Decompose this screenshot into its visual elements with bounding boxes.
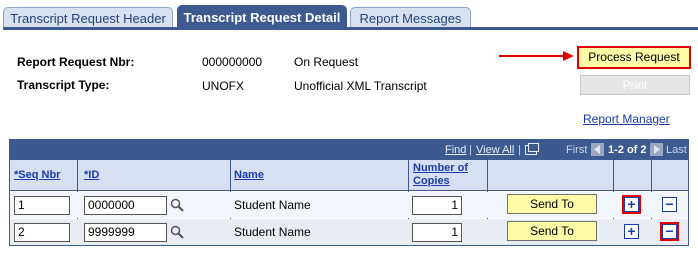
tab-transcript-request-detail[interactable]: Transcript Request Detail xyxy=(177,5,347,29)
first-label: First xyxy=(566,144,588,156)
tab-label: Transcript Request Header xyxy=(10,11,166,26)
id-input[interactable]: 0000000 xyxy=(84,196,167,215)
send-to-button[interactable]: Send To xyxy=(507,221,597,241)
tab-label: Report Messages xyxy=(359,11,462,26)
seq-nbr-input[interactable]: 2 xyxy=(14,223,70,242)
request-status: On Request xyxy=(294,55,359,69)
next-arrow-icon[interactable] xyxy=(650,143,663,156)
row-range: 1-2 of 2 xyxy=(608,144,647,156)
previous-arrow-icon[interactable] xyxy=(591,143,604,156)
id-input[interactable]: 9999999 xyxy=(84,223,167,242)
tab-report-messages[interactable]: Report Messages xyxy=(350,7,471,28)
number-of-copies-input[interactable]: 1 xyxy=(412,196,462,215)
delete-row-icon[interactable]: − xyxy=(662,224,677,239)
red-arrow-icon xyxy=(499,51,574,61)
grid-nav-bar: Find | View All | First 1-2 of 2 Last xyxy=(10,140,688,160)
table-row: 1 0000000 Student Name 1 Send To + − xyxy=(10,192,688,218)
column-header-name[interactable]: Name xyxy=(234,169,264,182)
column-header-number-of-copies[interactable]: Number of Copies xyxy=(413,162,468,188)
view-all-link[interactable]: View All xyxy=(476,144,514,156)
find-link[interactable]: Find xyxy=(445,144,466,156)
column-header-seq-nbr[interactable]: *Seq Nbr xyxy=(14,169,60,182)
column-header-id[interactable]: *ID xyxy=(84,169,99,182)
process-request-button[interactable]: Process Request xyxy=(577,46,691,69)
tab-bar: Transcript Request Header Transcript Req… xyxy=(3,5,698,29)
nav-separator: | xyxy=(518,144,521,156)
send-to-button[interactable]: Send To xyxy=(507,194,597,214)
report-manager-link[interactable]: Report Manager xyxy=(583,112,670,126)
tab-underline xyxy=(3,27,698,30)
header-text: Copies xyxy=(413,175,450,187)
add-row-icon[interactable]: + xyxy=(624,197,639,212)
lookup-magnifier-icon[interactable] xyxy=(170,225,184,239)
delete-row-icon[interactable]: − xyxy=(662,197,677,212)
student-name: Student Name xyxy=(234,198,311,212)
last-label: Last xyxy=(666,144,687,156)
detail-grid: Find | View All | First 1-2 of 2 Last *S… xyxy=(9,139,689,246)
print-button[interactable]: Print xyxy=(580,75,690,95)
tab-label: Transcript Request Detail xyxy=(183,10,341,25)
transcript-type-label: Transcript Type: xyxy=(17,78,110,92)
seq-nbr-input[interactable]: 1 xyxy=(14,196,70,215)
grid-header-row: *Seq Nbr *ID Name Number of Copies xyxy=(10,160,688,191)
add-row-icon[interactable]: + xyxy=(624,224,639,239)
header-text: Number of xyxy=(413,162,468,174)
number-of-copies-input[interactable]: 1 xyxy=(412,223,462,242)
transcript-type-code: UNOFX xyxy=(202,79,244,93)
report-request-nbr-value: 000000000 xyxy=(202,55,263,69)
table-row: 2 9999999 Student Name 1 Send To + − xyxy=(10,219,688,245)
nav-separator: | xyxy=(469,144,472,156)
report-request-nbr-label: Report Request Nbr: xyxy=(17,55,135,69)
transcript-type-description: Unofficial XML Transcript xyxy=(294,79,427,93)
student-name: Student Name xyxy=(234,225,311,239)
lookup-magnifier-icon[interactable] xyxy=(170,198,184,212)
new-window-icon[interactable] xyxy=(525,143,539,155)
tab-transcript-request-header[interactable]: Transcript Request Header xyxy=(3,7,173,28)
